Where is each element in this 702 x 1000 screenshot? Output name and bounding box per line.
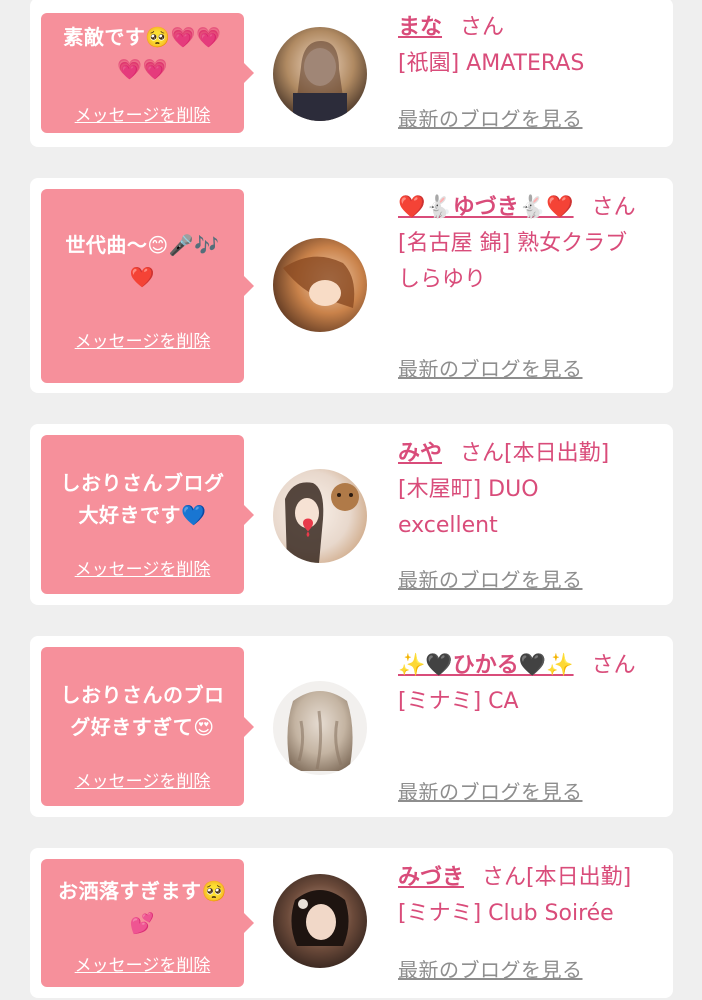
message-card: 世代曲〜😊🎤🎶 ❤️ メッセージを削除 ❤️🐇ゆづき🐇❤️ さん [名古屋 錦] … [30, 178, 673, 393]
delete-message-link[interactable]: メッセージを削除 [41, 101, 244, 126]
message-card: お洒落すぎます🥺 💕 メッセージを削除 みづき さん[本日出勤] [ミナミ] Cl… [30, 848, 673, 998]
girl-info: まな さん [祇園] AMATERAS [398, 10, 660, 82]
girl-info: ✨🖤ひかる🖤✨ さん [ミナミ] CA [398, 648, 660, 720]
girl-info: みや さん[本日出勤] [木屋町] DUO excellent [398, 436, 660, 544]
status-label: [本日出勤] [504, 441, 610, 466]
message-text: 素敵です🥺💗💗 💗💗 [63, 25, 222, 81]
message-card: しおりさんブログ 大好きです💙 メッセージを削除 みや さん[本日出勤] [木屋町… [30, 424, 673, 605]
honorific-label: さん [591, 653, 636, 678]
avatar[interactable] [273, 469, 367, 563]
girl-name-link[interactable]: みづき [398, 865, 464, 890]
honorific-label: さん [460, 441, 505, 466]
delete-message-link[interactable]: メッセージを削除 [41, 327, 244, 352]
message-bubble: お洒落すぎます🥺 💕 メッセージを削除 [41, 859, 254, 987]
status-label: [本日出勤] [526, 865, 632, 890]
message-list: 素敵です🥺💗💗 💗💗 メッセージを削除 まな さん [祇園] AMATERAS 最… [0, 0, 702, 1000]
honorific-label: さん [591, 195, 636, 220]
girl-name-link[interactable]: まな [398, 15, 442, 40]
latest-blog-link[interactable]: 最新のブログを見る [398, 353, 583, 382]
shop-name: [ミナミ] CA [398, 689, 519, 714]
latest-blog-link[interactable]: 最新のブログを見る [398, 954, 583, 983]
message-bubble: しおりさんのブロ グ好きすぎて😍 メッセージを削除 [41, 647, 254, 806]
shop-name: [名古屋 錦] 熟女クラブ しらゆり [398, 231, 628, 292]
message-bubble: 世代曲〜😊🎤🎶 ❤️ メッセージを削除 [41, 189, 254, 383]
message-text: 世代曲〜😊🎤🎶 ❤️ [65, 233, 220, 289]
honorific-label: さん [482, 865, 527, 890]
message-text: お洒落すぎます🥺 💕 [58, 879, 227, 935]
shop-name: [木屋町] DUO excellent [398, 477, 539, 538]
latest-blog-link[interactable]: 最新のブログを見る [398, 776, 583, 805]
message-card: 素敵です🥺💗💗 💗💗 メッセージを削除 まな さん [祇園] AMATERAS 最… [30, 0, 673, 147]
girl-info: みづき さん[本日出勤] [ミナミ] Club Soirée [398, 860, 660, 932]
message-bubble: しおりさんブログ 大好きです💙 メッセージを削除 [41, 435, 254, 594]
honorific-label: さん [460, 15, 505, 40]
latest-blog-link[interactable]: 最新のブログを見る [398, 103, 583, 132]
message-bubble: 素敵です🥺💗💗 💗💗 メッセージを削除 [41, 13, 254, 133]
girl-name-link[interactable]: みや [398, 441, 442, 466]
girl-info: ❤️🐇ゆづき🐇❤️ さん [名古屋 錦] 熟女クラブ しらゆり [398, 190, 660, 298]
girl-name-link[interactable]: ✨🖤ひかる🖤✨ [398, 653, 574, 678]
message-text: しおりさんのブロ グ好きすぎて😍 [60, 683, 225, 739]
delete-message-link[interactable]: メッセージを削除 [41, 555, 244, 580]
shop-name: [ミナミ] Club Soirée [398, 901, 614, 926]
avatar[interactable] [273, 874, 367, 968]
girl-name-link[interactable]: ❤️🐇ゆづき🐇❤️ [398, 195, 574, 220]
avatar[interactable] [273, 27, 367, 121]
delete-message-link[interactable]: メッセージを削除 [41, 767, 244, 792]
shop-name: [祇園] AMATERAS [398, 51, 585, 76]
message-text: しおりさんブログ 大好きです💙 [60, 471, 225, 527]
avatar[interactable] [273, 681, 367, 775]
avatar[interactable] [273, 238, 367, 332]
latest-blog-link[interactable]: 最新のブログを見る [398, 564, 583, 593]
delete-message-link[interactable]: メッセージを削除 [41, 951, 244, 976]
message-card: しおりさんのブロ グ好きすぎて😍 メッセージを削除 ✨🖤ひかる🖤✨ さん [ミナミ… [30, 636, 673, 817]
